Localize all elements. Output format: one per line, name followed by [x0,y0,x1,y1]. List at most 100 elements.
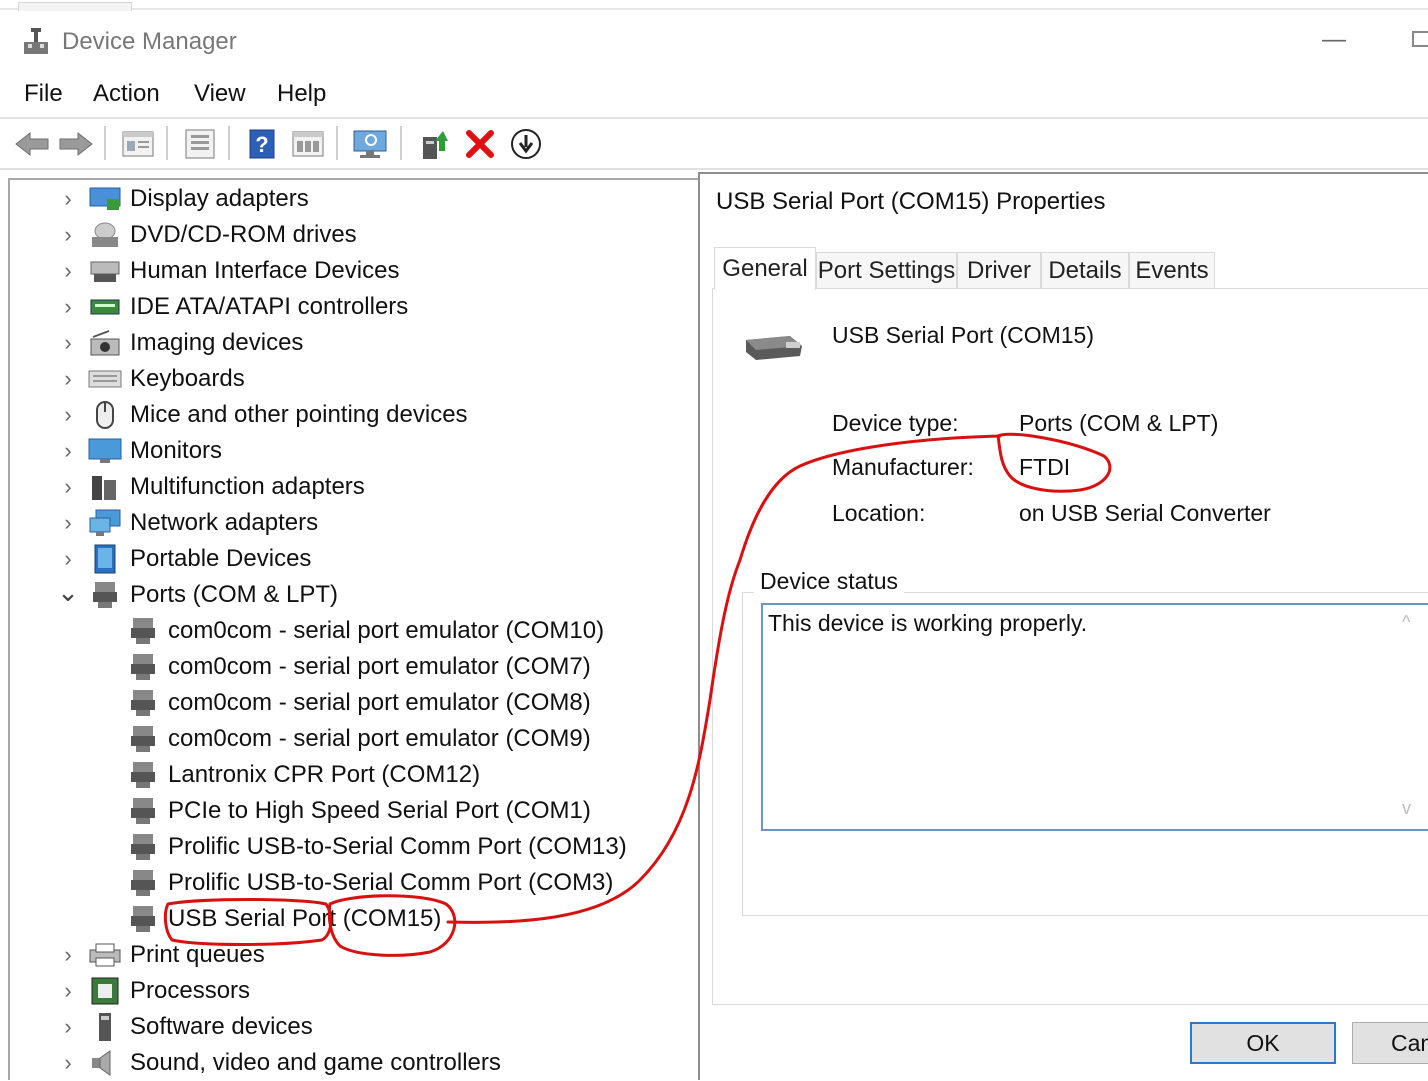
multifunction-icon [88,472,122,502]
camera-icon [88,328,122,358]
port-icon [126,652,160,682]
portable-device-icon [88,544,122,574]
tree-item-label: com0com - serial port emulator (COM9) [168,725,591,752]
tree-item-port[interactable]: com0com - serial port emulator (COM8) [126,685,591,721]
tree-category-imaging-devices[interactable]: Imaging devices [88,325,303,361]
back-icon[interactable] [12,124,52,164]
tree-item-label: DVD/CD-ROM drives [130,221,357,248]
tree-category-software-devices[interactable]: Software devices [88,1009,313,1045]
port-icon [126,868,160,898]
menu-file[interactable]: File [24,80,63,108]
network-adapter-icon [88,508,122,538]
chevron-right-icon[interactable]: › [58,469,78,505]
tab-details[interactable]: Details [1041,252,1129,289]
location-label: Location: [832,500,926,526]
properties-view-icon[interactable] [118,124,158,164]
toolbar-separator [166,126,168,160]
tree-item-label: Sound, video and game controllers [130,1049,501,1076]
tree-item-label: Prolific USB-to-Serial Comm Port (COM13) [168,833,627,860]
tree-category-dvd-cd-rom-drives[interactable]: DVD/CD-ROM drives [88,217,357,253]
toolbar-separator [400,126,402,160]
resource-view-icon[interactable] [288,124,328,164]
port-icon [126,760,160,790]
chevron-right-icon[interactable]: › [58,217,78,253]
tree-category-mice-and-other-pointing-devices[interactable]: Mice and other pointing devices [88,397,468,433]
tree-category-multifunction-adapters[interactable]: Multifunction adapters [88,469,365,505]
chevron-right-icon[interactable]: › [58,397,78,433]
chevron-right-icon[interactable]: › [58,937,78,973]
chevron-right-icon[interactable]: › [58,253,78,289]
tree-item-label: com0com - serial port emulator (COM8) [168,689,591,716]
device-status-textbox[interactable] [761,603,1428,831]
chevron-right-icon[interactable]: › [58,541,78,577]
tree-category-ide-ata-atapi-controllers[interactable]: IDE ATA/ATAPI controllers [88,289,408,325]
tree-item-port[interactable]: com0com - serial port emulator (COM7) [126,649,591,685]
keyboard-icon [88,364,122,394]
forward-icon[interactable] [56,124,96,164]
port-icon [126,796,160,826]
menu-help[interactable]: Help [277,80,326,108]
mouse-icon [88,400,122,430]
tab-events[interactable]: Events [1129,252,1215,289]
chevron-right-icon[interactable]: › [58,325,78,361]
toolbar-separator [104,126,106,160]
chevron-right-icon[interactable]: › [58,433,78,469]
tree-category-print-queues[interactable]: Print queues [88,937,265,973]
tree-item-label: Multifunction adapters [130,473,365,500]
tab-port-settings[interactable]: Port Settings [816,252,957,289]
tree-category-processors[interactable]: Processors [88,973,250,1009]
tree-category-monitors[interactable]: Monitors [88,433,222,469]
tree-item-label: Mice and other pointing devices [130,401,468,428]
tree-category-human-interface-devices[interactable]: Human Interface Devices [88,253,399,289]
tree-category-portable-devices[interactable]: Portable Devices [88,541,311,577]
menu-view[interactable]: View [194,80,246,108]
minimize-button[interactable]: — [1322,26,1346,54]
tree-category-sound-video-and-game-controllers[interactable]: Sound, video and game controllers [88,1045,501,1081]
tree-item-label: PCIe to High Speed Serial Port (COM1) [168,797,591,824]
chevron-right-icon[interactable]: › [58,289,78,325]
chevron-right-icon[interactable]: › [58,505,78,541]
tree-category-network-adapters[interactable]: Network adapters [88,505,318,541]
toolbar-separator [228,126,230,160]
scan-hardware-icon[interactable] [350,124,390,164]
tab-driver[interactable]: Driver [957,252,1041,289]
tree-item-port[interactable]: USB Serial Port (COM15) [126,901,441,937]
tree-item-port[interactable]: PCIe to High Speed Serial Port (COM1) [126,793,591,829]
chevron-right-icon[interactable]: › [58,1009,78,1045]
tree-item-port[interactable]: Prolific USB-to-Serial Comm Port (COM13) [126,829,627,865]
chevron-right-icon[interactable]: › [58,361,78,397]
chevron-down-icon[interactable]: ⌄ [57,577,79,613]
device-manager-icon [22,26,50,61]
tree-item-label: Lantronix CPR Port (COM12) [168,761,481,788]
scroll-down-icon[interactable]: v [1402,798,1411,819]
tree-category-ports[interactable]: Ports (COM & LPT) [88,577,338,613]
chevron-right-icon[interactable]: › [58,973,78,1009]
tree-item-label: Human Interface Devices [130,257,400,284]
tab-general[interactable]: General [714,247,816,290]
disable-device-icon[interactable] [506,124,546,164]
ok-button[interactable]: OK [1190,1022,1336,1064]
tree-item-port[interactable]: Lantronix CPR Port (COM12) [126,757,480,793]
tree-item-port[interactable]: Prolific USB-to-Serial Comm Port (COM3) [126,865,613,901]
uninstall-icon[interactable] [460,124,500,164]
maximize-button[interactable] [1412,31,1428,47]
port-icon [126,832,160,862]
device-view-icon[interactable] [180,124,220,164]
chevron-right-icon[interactable]: › [58,181,78,217]
display-adapter-icon [88,184,122,214]
software-device-icon [88,1012,122,1042]
tree-item-label: com0com - serial port emulator (COM10) [168,617,605,644]
tree-category-keyboards[interactable]: Keyboards [88,361,245,397]
window-title: Device Manager [62,28,237,55]
update-driver-icon[interactable] [414,124,454,164]
cancel-button[interactable]: Can [1352,1022,1428,1064]
tree-item-port[interactable]: com0com - serial port emulator (COM9) [126,721,591,757]
tree-item-label: Prolific USB-to-Serial Comm Port (COM3) [168,869,614,896]
tree-category-display-adapters[interactable]: Display adapters [88,181,309,217]
menu-action[interactable]: Action [93,80,160,108]
chevron-right-icon[interactable]: › [58,1045,78,1081]
tree-item-label: Network adapters [130,509,319,536]
help-icon[interactable]: ? [242,124,282,164]
tree-item-port[interactable]: com0com - serial port emulator (COM10) [126,613,604,649]
scroll-up-icon[interactable]: ^ [1402,612,1410,633]
